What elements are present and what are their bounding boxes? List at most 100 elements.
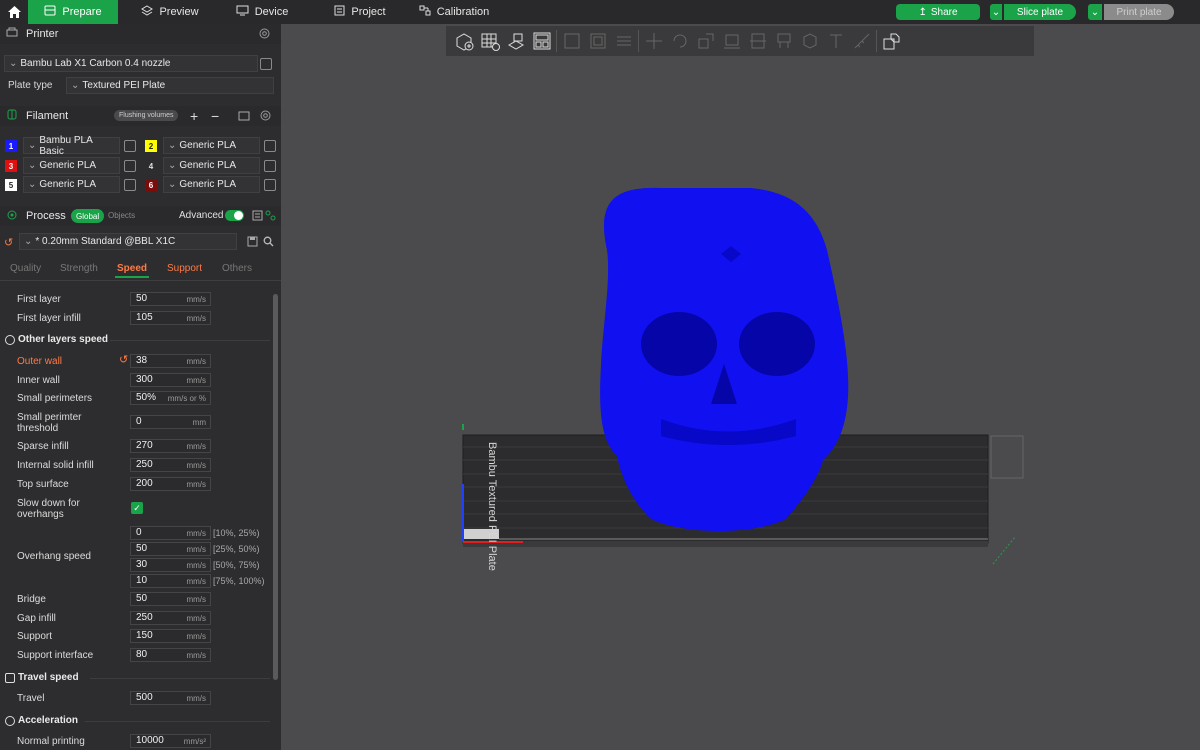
filament-edit-icon[interactable] (124, 140, 136, 152)
flushing-label: Flushing volumes (119, 112, 174, 119)
gap-infill-speed-input[interactable]: 250 mm/s (130, 611, 211, 625)
compare-icon[interactable] (252, 210, 263, 221)
filament-color-swatch[interactable]: 2 (145, 140, 157, 152)
internal-solid-infill-input[interactable]: 250 mm/s (130, 458, 211, 472)
overhang-range-label: [10%, 25%) (213, 528, 260, 538)
remove-filament-icon[interactable]: − (211, 108, 219, 124)
input-value: 300 (136, 374, 153, 385)
tab-others[interactable]: Others (222, 263, 252, 274)
slice-plate-button[interactable]: Slice plate (1004, 4, 1076, 20)
tab-support[interactable]: Support (167, 263, 202, 274)
setting-label: threshold (17, 423, 59, 434)
filament-name: Generic PLA (39, 160, 97, 171)
tab-preview[interactable]: Preview (118, 0, 222, 24)
sidebar: Printer ⌄ Bambu Lab X1 Carbon 0.4 nozzle… (0, 24, 281, 750)
3d-viewport[interactable]: Bambu Textured PEI Plate (281, 24, 1200, 750)
setting-label: Support interface (17, 650, 94, 661)
filament-select[interactable]: ⌄ Generic PLA (163, 137, 260, 154)
tab-strength[interactable]: Strength (60, 263, 98, 274)
filament-settings-icon[interactable] (259, 109, 272, 122)
search-icon[interactable] (263, 236, 274, 247)
slice-dropdown-icon[interactable]: ⌄ (990, 4, 1002, 20)
filament-color-swatch[interactable]: 1 (5, 140, 17, 152)
slow-down-checkbox[interactable]: ✓ (131, 502, 143, 514)
process-icon (6, 209, 18, 224)
print-dropdown-icon[interactable]: ⌄ (1088, 4, 1102, 20)
chevron-down-icon: ⌄ (24, 236, 33, 247)
filament-edit-icon[interactable] (124, 160, 136, 172)
top-bar: Prepare Preview Device Project Calibrati… (0, 0, 1200, 24)
tab-project[interactable]: Project (316, 0, 404, 24)
divider (85, 721, 270, 722)
inner-wall-speed-input[interactable]: 300 mm/s (130, 373, 211, 387)
tab-quality[interactable]: Quality (10, 263, 41, 274)
tab-label: Project (351, 6, 386, 18)
slice-label: Slice plate (1016, 6, 1064, 18)
travel-speed-input[interactable]: 500 mm/s (130, 691, 211, 705)
plate-label: Bambu Textured PEI Plate (486, 442, 498, 571)
tab-calibration[interactable]: Calibration (404, 0, 504, 24)
printer-settings-icon[interactable] (258, 27, 271, 40)
reset-icon[interactable]: ↺ (119, 353, 128, 366)
settings-scrollbar[interactable] (273, 294, 278, 680)
filament-name: Bambu PLA Basic (39, 134, 93, 157)
skull-model[interactable] (600, 187, 849, 532)
advanced-switch[interactable] (225, 210, 244, 221)
small-perimeter-threshold-input[interactable]: 0 mm (130, 415, 211, 429)
print-plate-button[interactable]: Print plate (1104, 4, 1174, 20)
tab-speed[interactable]: Speed (117, 263, 147, 274)
tune-icon[interactable] (265, 210, 276, 221)
filament-color-swatch[interactable]: 3 (5, 160, 17, 172)
support-speed-input[interactable]: 150 mm/s (130, 629, 211, 643)
tab-device[interactable]: Device (222, 0, 302, 24)
objects-toggle[interactable]: Objects (108, 211, 135, 220)
setting-label: Top surface (17, 479, 69, 490)
plate-type-select[interactable]: ⌄ Textured PEI Plate (66, 77, 274, 94)
setting-label: Travel (17, 693, 45, 704)
share-button[interactable]: ↥ Share (896, 4, 980, 20)
filament-select[interactable]: ⌄ Generic PLA (23, 176, 120, 193)
first-layer-infill-input[interactable]: 105 mm/s (130, 311, 211, 325)
flushing-volumes-button[interactable]: Flushing volumes (114, 110, 179, 121)
filament-select[interactable]: ⌄ Generic PLA (163, 176, 260, 193)
global-toggle[interactable]: Global (71, 209, 105, 223)
filament-color-swatch[interactable]: 6 (145, 179, 157, 191)
top-surface-speed-input[interactable]: 200 mm/s (130, 477, 211, 491)
support-interface-speed-input[interactable]: 80 mm/s (130, 648, 211, 662)
plate-type-label: Plate type (8, 80, 53, 91)
printer-select[interactable]: ⌄ Bambu Lab X1 Carbon 0.4 nozzle (4, 55, 258, 72)
sync-filament-icon[interactable] (238, 110, 250, 122)
tab-prepare[interactable]: Prepare (28, 0, 118, 24)
first-layer-speed-input[interactable]: 50 mm/s (130, 292, 211, 306)
sparse-infill-speed-input[interactable]: 270 mm/s (130, 439, 211, 453)
filament-select[interactable]: ⌄ Generic PLA (163, 157, 260, 174)
home-icon[interactable] (0, 0, 28, 24)
bridge-speed-input[interactable]: 50 mm/s (130, 592, 211, 606)
save-preset-icon[interactable] (247, 236, 258, 247)
filament-select[interactable]: ⌄ Bambu PLA Basic (23, 134, 120, 157)
input-value: 500 (136, 692, 153, 703)
filament-color-swatch[interactable]: 5 (5, 179, 17, 191)
printer-section-header[interactable]: Printer (0, 24, 281, 44)
printer-edit-icon[interactable] (260, 58, 272, 70)
overhang-speed-input[interactable]: 0 mm/s (130, 526, 211, 540)
overhang-speed-input[interactable]: 30 mm/s (130, 558, 211, 572)
filament-edit-icon[interactable] (124, 179, 136, 191)
filament-edit-icon[interactable] (264, 160, 276, 172)
filament-color-swatch[interactable]: 4 (145, 160, 157, 172)
add-filament-icon[interactable]: + (190, 108, 198, 124)
process-preset-select[interactable]: ⌄ * 0.20mm Standard @BBL X1C (19, 233, 237, 250)
normal-printing-accel-input[interactable]: 10000 mm/s² (130, 734, 211, 748)
overhang-speed-input[interactable]: 10 mm/s (130, 574, 211, 588)
share-icon: ↥ (918, 6, 927, 18)
unit-label: mm/s (186, 442, 206, 451)
small-perimeters-input[interactable]: 50% mm/s or % (130, 391, 211, 405)
filament-edit-icon[interactable] (264, 140, 276, 152)
filament-select[interactable]: ⌄ Generic PLA (23, 157, 120, 174)
chevron-down-icon: ⌄ (28, 140, 37, 151)
outer-wall-speed-input[interactable]: 38 mm/s (130, 354, 211, 368)
overhang-speed-input[interactable]: 50 mm/s (130, 542, 211, 556)
filament-edit-icon[interactable] (264, 179, 276, 191)
preset-reset-icon[interactable]: ↺ (4, 236, 13, 249)
group-title: Acceleration (18, 715, 79, 726)
